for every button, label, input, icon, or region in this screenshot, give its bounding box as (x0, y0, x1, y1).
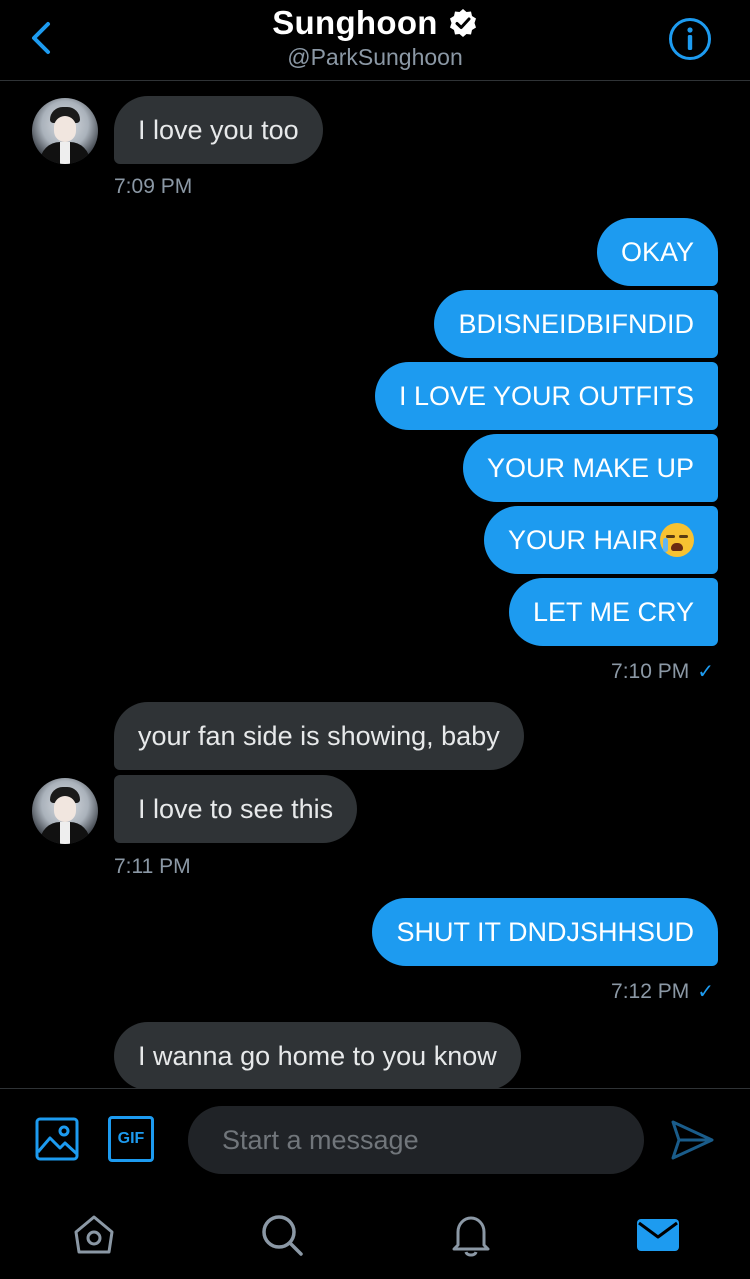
read-check-icon: ✓ (697, 661, 714, 683)
incoming-message[interactable]: I love you too (114, 96, 323, 164)
avatar[interactable] (32, 98, 98, 164)
message-text: YOUR HAIR (507, 525, 658, 555)
avatar[interactable] (32, 778, 98, 844)
info-icon[interactable] (668, 17, 712, 61)
mail-icon[interactable] (635, 1212, 681, 1258)
incoming-message[interactable]: your fan side is showing, baby (114, 702, 524, 770)
outgoing-message[interactable]: OKAY (596, 218, 718, 286)
outgoing-message[interactable]: BDISNEIDBIFNDID (434, 290, 718, 358)
contact-name: Sunghoon (272, 4, 438, 41)
image-icon[interactable] (34, 1116, 80, 1162)
home-icon[interactable] (71, 1212, 117, 1258)
contact-handle: @ParkSunghoon (287, 44, 463, 70)
outgoing-message[interactable]: SHUT IT DNDJSHHSUD (372, 898, 718, 966)
message-timestamp-read: 7:12 PM ✓ (611, 979, 714, 1004)
bell-icon[interactable] (448, 1212, 494, 1258)
gif-button[interactable]: GIF (108, 1116, 154, 1162)
header-title-block[interactable]: Sunghoon @ParkSunghoon (0, 4, 750, 71)
outgoing-message[interactable]: I LOVE YOUR OUTFITS (374, 362, 718, 430)
outgoing-message[interactable]: YOUR HAIR (483, 506, 718, 574)
outgoing-message[interactable]: YOUR MAKE UP (462, 434, 718, 502)
timestamp-text: 7:12 PM (611, 980, 690, 1003)
message-timestamp-read: 7:10 PM ✓ (611, 659, 714, 684)
outgoing-message[interactable]: LET ME CRY (508, 578, 718, 646)
message-timestamp: 7:11 PM (114, 855, 191, 878)
incoming-message[interactable]: I love to see this (114, 775, 358, 843)
contact-name-row: Sunghoon (272, 4, 478, 42)
incoming-message[interactable]: I wanna go home to you know (114, 1022, 521, 1090)
read-check-icon: ✓ (697, 981, 714, 1003)
send-icon[interactable] (668, 1116, 716, 1164)
message-timestamp: 7:09 PM (114, 175, 193, 198)
message-input[interactable]: Start a message (188, 1106, 644, 1174)
timestamp-text: 7:10 PM (611, 660, 690, 683)
search-icon[interactable] (259, 1212, 305, 1258)
conversation-header: Sunghoon @ParkSunghoon (0, 0, 750, 81)
crying-face-emoji-icon (660, 522, 694, 557)
verified-badge-icon (449, 9, 476, 37)
